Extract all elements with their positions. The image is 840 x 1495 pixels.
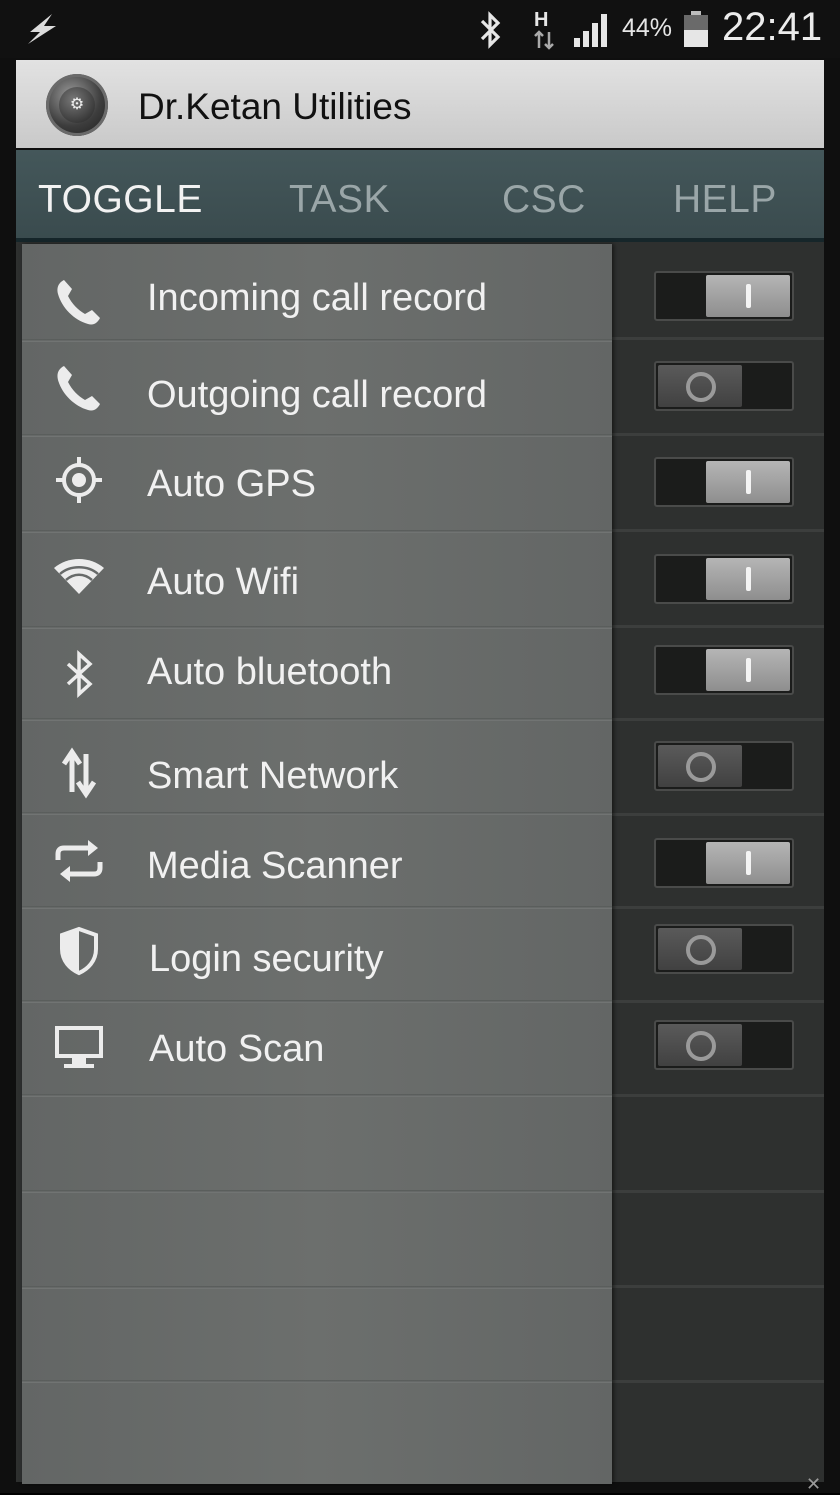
row-divider xyxy=(22,530,612,533)
row-divider xyxy=(22,434,612,437)
switch-knob xyxy=(706,649,790,691)
close-icon[interactable]: ✕ xyxy=(806,1474,821,1495)
divider xyxy=(612,1190,824,1193)
app-logo-icon[interactable]: ⚙ xyxy=(46,74,108,136)
toggle-label: Login security xyxy=(149,938,384,980)
phone-icon xyxy=(57,366,100,411)
auto-bluetooth-switch[interactable] xyxy=(654,645,794,695)
switch-knob xyxy=(658,745,742,787)
gps-icon xyxy=(56,457,102,503)
divider xyxy=(612,813,824,816)
divider xyxy=(612,1285,824,1288)
toggle-label: Media Scanner xyxy=(147,845,403,887)
incoming-call-record-switch[interactable] xyxy=(654,271,794,321)
data-arrows-icon xyxy=(61,747,97,799)
wifi-icon xyxy=(54,559,104,594)
sync-icon xyxy=(55,840,103,882)
toggle-label: Incoming call record xyxy=(147,277,488,319)
tab-help[interactable]: HELP xyxy=(673,178,777,222)
divider xyxy=(612,1000,824,1003)
toggle-label: Auto Scan xyxy=(149,1028,325,1070)
divider xyxy=(612,718,824,721)
row-divider xyxy=(22,1380,612,1383)
switch-knob xyxy=(658,365,742,407)
smart-network-switch[interactable] xyxy=(654,741,794,791)
switch-knob xyxy=(706,558,790,600)
bluetooth-icon xyxy=(480,11,501,49)
auto-scan-switch[interactable] xyxy=(654,1020,794,1070)
row-divider xyxy=(22,339,612,342)
divider xyxy=(612,906,824,909)
signal-icon xyxy=(574,14,607,47)
divider xyxy=(612,1380,824,1383)
divider xyxy=(612,529,824,532)
clock: 22:41 xyxy=(722,5,823,49)
row-divider xyxy=(22,1000,612,1003)
switch-knob xyxy=(706,842,790,884)
bluetooth-icon xyxy=(66,650,93,698)
media-scanner-switch[interactable] xyxy=(654,838,794,888)
row-divider xyxy=(22,1286,612,1289)
login-security-switch[interactable] xyxy=(654,924,794,974)
battery-percent: 44% xyxy=(622,14,673,42)
switch-knob xyxy=(658,1024,742,1066)
row-divider xyxy=(22,1190,612,1193)
divider xyxy=(612,1094,824,1097)
row-divider xyxy=(22,1094,612,1097)
toggle-label: Outgoing call record xyxy=(147,374,488,416)
toggle-label: Auto bluetooth xyxy=(147,651,393,693)
divider xyxy=(612,337,824,340)
shield-icon xyxy=(60,926,98,976)
auto-wifi-switch[interactable] xyxy=(654,554,794,604)
toggle-label: Smart Network xyxy=(147,755,399,797)
status-bar: H 44% 22:41 xyxy=(0,0,840,58)
row-divider xyxy=(22,626,612,629)
app-title: Dr.Ketan Utilities xyxy=(138,86,412,127)
tab-csc[interactable]: CSC xyxy=(502,178,586,222)
toggle-label: Auto Wifi xyxy=(147,561,300,603)
tab-bar: TOGGLE TASK CSC HELP xyxy=(16,150,824,242)
row-divider xyxy=(22,718,612,721)
row-divider xyxy=(22,812,612,815)
toggle-label: Auto GPS xyxy=(147,463,316,505)
app-bar: ⚙ Dr.Ketan Utilities xyxy=(16,60,824,148)
flash-icon xyxy=(28,14,56,44)
switch-knob xyxy=(706,275,790,317)
auto-gps-switch[interactable] xyxy=(654,457,794,507)
battery-icon xyxy=(684,11,708,47)
divider xyxy=(612,625,824,628)
outgoing-call-record-switch[interactable] xyxy=(654,361,794,411)
h-network-icon: H xyxy=(534,9,554,50)
tab-toggle[interactable]: TOGGLE xyxy=(38,178,203,222)
switch-knob xyxy=(706,461,790,503)
tab-task[interactable]: TASK xyxy=(289,178,390,222)
switch-knob xyxy=(658,928,742,970)
monitor-icon xyxy=(55,1026,103,1068)
svg-text:H: H xyxy=(534,9,548,31)
phone-icon xyxy=(57,280,100,325)
divider xyxy=(612,433,824,436)
row-divider xyxy=(22,906,612,909)
